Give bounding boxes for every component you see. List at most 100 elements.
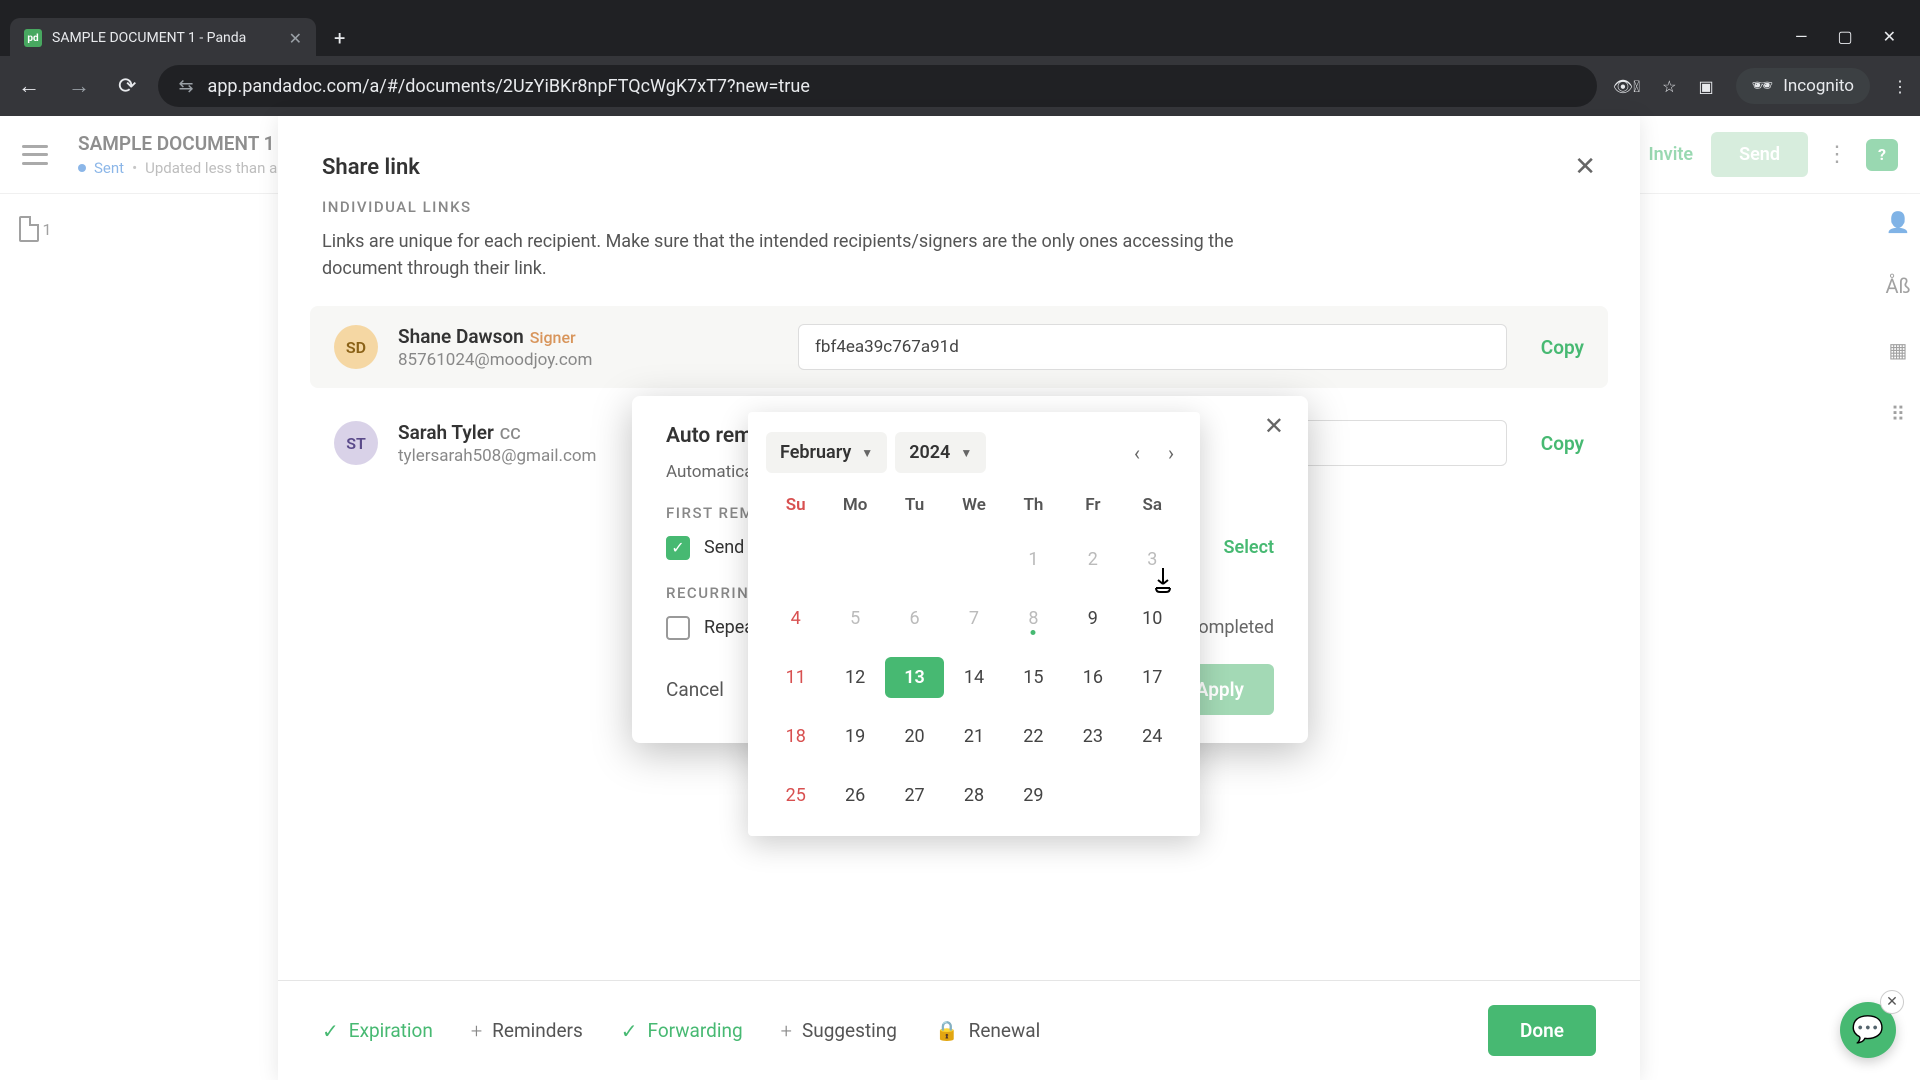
- calendar-day[interactable]: 12: [825, 657, 884, 698]
- reminders-label: Reminders: [492, 1019, 583, 1042]
- send-button[interactable]: Send: [1711, 132, 1808, 177]
- calendar-day[interactable]: 11: [766, 657, 825, 698]
- next-month-icon[interactable]: ›: [1168, 441, 1174, 465]
- first-reminder-checkbox[interactable]: ✓: [666, 536, 690, 560]
- chevron-down-icon: ▼: [960, 446, 972, 460]
- month-label: February: [780, 442, 851, 463]
- prev-month-icon[interactable]: ‹: [1134, 441, 1140, 465]
- site-settings-icon[interactable]: ⇆: [178, 76, 193, 97]
- calendar-day[interactable]: 24: [1123, 716, 1182, 757]
- recipient-role: Signer: [530, 328, 576, 347]
- dow-header: Tu: [885, 489, 944, 521]
- footer-suggesting[interactable]: +Suggesting: [781, 1019, 897, 1043]
- status-separator: •: [132, 159, 137, 177]
- recipient-name: Sarah Tyler: [398, 421, 494, 444]
- calendar-empty: [1123, 775, 1182, 816]
- calendar-day[interactable]: 22: [1004, 716, 1063, 757]
- address-bar: ← → ⟳ ⇆ app.pandadoc.com/a/#/documents/2…: [0, 56, 1920, 116]
- variables-icon[interactable]: Åß: [1886, 274, 1911, 298]
- apps-icon[interactable]: ⠿: [1891, 402, 1906, 426]
- calendar-day[interactable]: 18: [766, 716, 825, 757]
- calendar-empty: [1063, 775, 1122, 816]
- done-button[interactable]: Done: [1488, 1005, 1596, 1056]
- table-icon[interactable]: ▦: [1889, 338, 1908, 362]
- hamburger-menu-icon[interactable]: [22, 145, 48, 165]
- chat-widget-button[interactable]: 💬 ✕: [1840, 1002, 1896, 1058]
- left-rail: 1: [0, 194, 70, 264]
- recipient-link[interactable]: fbf4ea39c767a91d: [798, 324, 1507, 370]
- copy-link-button[interactable]: Copy: [1541, 336, 1584, 359]
- calendar-day[interactable]: 26: [825, 775, 884, 816]
- calendar-day[interactable]: 28: [944, 775, 1003, 816]
- dow-header: Mo: [825, 489, 884, 521]
- calendar-day[interactable]: 9: [1063, 598, 1122, 639]
- url-input[interactable]: ⇆ app.pandadoc.com/a/#/documents/2UzYiBK…: [158, 65, 1596, 107]
- footer-forwarding[interactable]: ✓Forwarding: [621, 1019, 743, 1043]
- url-text: app.pandadoc.com/a/#/documents/2UzYiBKr8…: [208, 76, 810, 97]
- send-label: Send: [1739, 144, 1780, 165]
- footer-renewal[interactable]: 🔒Renewal: [935, 1019, 1040, 1042]
- renewal-label: Renewal: [969, 1019, 1041, 1042]
- nav-reload-icon[interactable]: ⟳: [112, 68, 142, 105]
- document-title: SAMPLE DOCUMENT 1: [78, 132, 274, 155]
- nav-back-icon[interactable]: ←: [12, 67, 46, 105]
- person-icon[interactable]: 👤: [1886, 210, 1911, 234]
- calendar-day[interactable]: 23: [1063, 716, 1122, 757]
- check-icon: ✓: [322, 1019, 339, 1043]
- window-minimize-icon[interactable]: —: [1795, 27, 1808, 46]
- calendar-day[interactable]: 19: [825, 716, 884, 757]
- year-label: 2024: [909, 442, 950, 463]
- calendar-day[interactable]: 16: [1063, 657, 1122, 698]
- calendar-day: 1: [1004, 539, 1063, 580]
- month-select[interactable]: February ▼: [766, 432, 887, 473]
- calendar-day[interactable]: 25: [766, 775, 825, 816]
- footer-reminders[interactable]: + Reminders: [471, 1019, 583, 1043]
- incognito-eye-icon[interactable]: 👁⁠⃠: [1613, 77, 1640, 96]
- calendar-day[interactable]: 20: [885, 716, 944, 757]
- year-select[interactable]: 2024 ▼: [895, 432, 986, 473]
- incognito-chip[interactable]: 🕶 Incognito: [1736, 68, 1870, 104]
- pages-icon[interactable]: [19, 216, 39, 242]
- plus-icon: +: [471, 1019, 482, 1043]
- side-panel-icon[interactable]: ▣: [1699, 77, 1714, 96]
- calendar-day: 7: [944, 598, 1003, 639]
- tab-close-icon[interactable]: ✕: [289, 29, 302, 48]
- more-menu-icon[interactable]: ⋮: [1826, 142, 1848, 167]
- help-button[interactable]: ?: [1866, 139, 1898, 171]
- dow-header: Fr: [1063, 489, 1122, 521]
- browser-menu-icon[interactable]: ⋮: [1892, 77, 1908, 96]
- select-date-link[interactable]: Select: [1224, 537, 1274, 558]
- plus-icon: +: [781, 1019, 792, 1043]
- copy-link-button[interactable]: Copy: [1541, 432, 1584, 455]
- share-close-icon[interactable]: ✕: [1574, 152, 1596, 182]
- forwarding-label: Forwarding: [648, 1019, 743, 1042]
- calendar-grid: SuMoTuWeThFrSa12345678910111213141516171…: [766, 489, 1182, 816]
- window-maximize-icon[interactable]: ▢: [1837, 27, 1852, 46]
- reminders-cancel-button[interactable]: Cancel: [666, 664, 724, 715]
- browser-tab[interactable]: pd SAMPLE DOCUMENT 1 - Panda ✕: [10, 18, 316, 58]
- page-count: 1: [43, 220, 52, 239]
- new-tab-button[interactable]: +: [334, 26, 345, 50]
- bookmark-star-icon[interactable]: ☆: [1662, 77, 1676, 96]
- calendar-day[interactable]: 21: [944, 716, 1003, 757]
- recipient-row: SD Shane DawsonSigner 85761024@moodjoy.c…: [310, 306, 1608, 388]
- recipient-name: Shane Dawson: [398, 325, 524, 348]
- window-close-icon[interactable]: ✕: [1883, 27, 1896, 46]
- calendar-day[interactable]: 13: [885, 657, 944, 698]
- recurring-reminder-checkbox[interactable]: [666, 616, 690, 640]
- calendar-day[interactable]: 15: [1004, 657, 1063, 698]
- calendar-day[interactable]: 10: [1123, 598, 1182, 639]
- recipient-avatar: SD: [334, 325, 378, 369]
- calendar-day[interactable]: 29: [1004, 775, 1063, 816]
- footer-expiration[interactable]: ✓Expiration: [322, 1019, 433, 1043]
- calendar-empty: [944, 539, 1003, 580]
- calendar-day[interactable]: 17: [1123, 657, 1182, 698]
- calendar-empty: [766, 539, 825, 580]
- calendar-day[interactable]: 14: [944, 657, 1003, 698]
- calendar-empty: [885, 539, 944, 580]
- reminders-close-icon[interactable]: ✕: [1264, 412, 1284, 440]
- recipient-avatar: ST: [334, 421, 378, 465]
- share-subtitle: INDIVIDUAL LINKS: [278, 198, 1640, 216]
- calendar-day[interactable]: 27: [885, 775, 944, 816]
- chat-close-icon[interactable]: ✕: [1880, 990, 1904, 1014]
